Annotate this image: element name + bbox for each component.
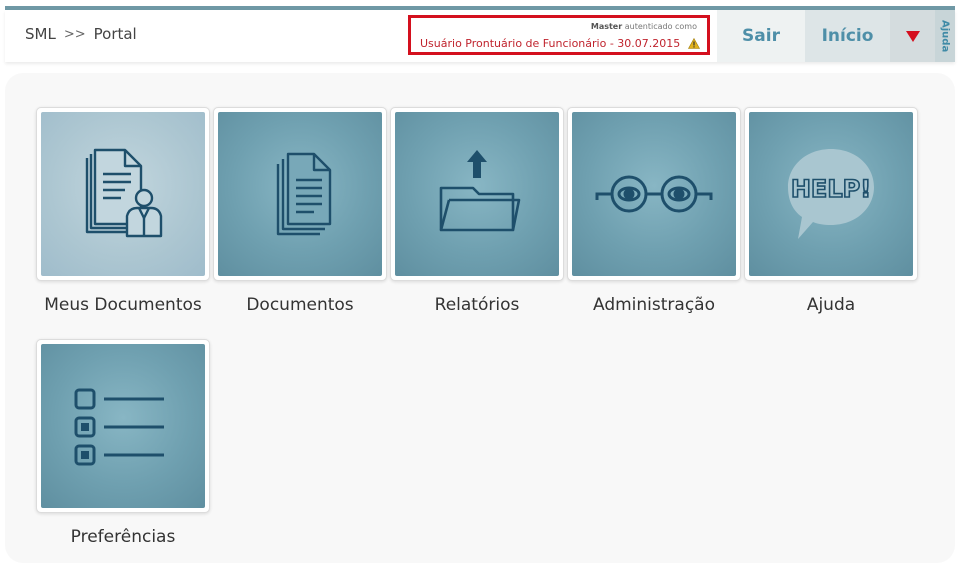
breadcrumb: SML >> Portal xyxy=(25,25,137,43)
tile-face xyxy=(572,112,736,276)
tile-frame xyxy=(567,107,741,281)
tile-frame xyxy=(36,339,210,513)
tile-frame: HELP! xyxy=(744,107,918,281)
auth-role: Master xyxy=(590,22,623,31)
tile-frame xyxy=(390,107,564,281)
help-bubble-text: HELP! xyxy=(791,175,871,203)
breadcrumb-root[interactable]: SML xyxy=(25,25,56,43)
tile-face: HELP! xyxy=(749,112,913,276)
tile-documentos[interactable]: Documentos xyxy=(213,107,387,315)
tile-label: Relatórios xyxy=(434,295,520,315)
help-side-tab[interactable]: Ajuda xyxy=(935,10,955,62)
glasses-icon xyxy=(595,175,713,213)
breadcrumb-current: Portal xyxy=(93,25,137,43)
header: SML >> Portal Master autenticado como Us… xyxy=(5,10,955,62)
tile-preferencias[interactable]: Preferências xyxy=(36,339,210,547)
tile-ajuda[interactable]: HELP! Ajuda xyxy=(744,107,918,315)
triangle-down-icon xyxy=(905,30,920,42)
checklist-icon xyxy=(74,388,164,466)
home-button[interactable]: Início xyxy=(805,10,890,62)
dropdown-button[interactable] xyxy=(890,10,935,62)
tile-face xyxy=(41,112,205,276)
logout-button[interactable]: Sair xyxy=(717,10,805,62)
tile-label: Meus Documentos xyxy=(44,295,202,315)
breadcrumb-separator: >> xyxy=(63,26,86,42)
tile-relatorios[interactable]: Relatórios xyxy=(390,107,564,315)
documents-icon xyxy=(276,152,332,236)
tile-label: Ajuda xyxy=(806,295,856,315)
folder-upload-icon xyxy=(439,150,521,232)
auth-status: Master autenticado como Usuário Prontuár… xyxy=(408,15,710,55)
auth-text: autenticado como xyxy=(624,22,697,31)
user-documents-icon xyxy=(85,148,163,238)
auth-caption: Master autenticado como xyxy=(591,22,697,31)
tile-frame xyxy=(213,107,387,281)
tile-face xyxy=(395,112,559,276)
tile-label: Administração xyxy=(593,295,715,315)
tile-frame xyxy=(36,107,210,281)
tile-face xyxy=(218,112,382,276)
help-bubble-icon: HELP! xyxy=(788,149,874,239)
tile-administracao[interactable]: Administração xyxy=(567,107,741,315)
warning-icon xyxy=(688,38,701,49)
tile-label: Documentos xyxy=(246,295,354,315)
auth-user[interactable]: Usuário Prontuário de Funcionário - 30.0… xyxy=(420,37,701,50)
tile-meus-documentos[interactable]: Meus Documentos xyxy=(36,107,210,315)
tile-label: Preferências xyxy=(70,527,176,547)
tile-face xyxy=(41,344,205,508)
auth-user-name: Usuário Prontuário de Funcionário - 30.0… xyxy=(420,37,681,50)
